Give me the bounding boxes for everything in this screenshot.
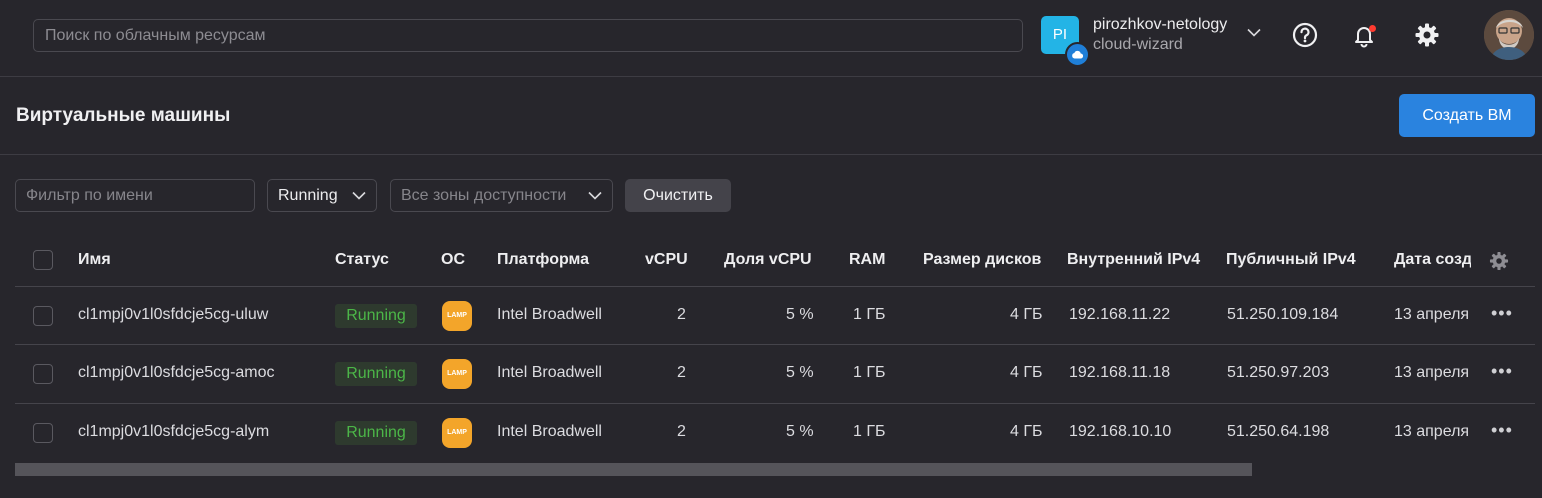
chevron-down-icon[interactable]: [1247, 28, 1261, 37]
vcpu-cell: 2: [677, 364, 686, 381]
row-checkbox[interactable]: [33, 423, 53, 443]
platform-cell: Intel Broadwell: [497, 364, 602, 381]
column-header-vcpu-share[interactable]: Доля vCPU: [724, 251, 812, 269]
chevron-down-icon: [352, 191, 366, 200]
status-filter-select[interactable]: Running: [267, 179, 377, 212]
name-filter-placeholder: Фильтр по имени: [26, 187, 153, 204]
column-settings-gear-icon[interactable]: [1488, 250, 1510, 272]
created-cell: 13 апреля: [1394, 364, 1470, 381]
vm-name[interactable]: cl1mpj0v1l0sfdcje5cg-uluw: [78, 306, 268, 324]
row-checkbox[interactable]: [33, 364, 53, 384]
column-header-platform[interactable]: Платформа: [497, 251, 589, 269]
internal-ip-cell: 192.168.11.18: [1069, 364, 1171, 381]
clear-filters-button[interactable]: Очистить: [625, 179, 731, 212]
more-actions-icon[interactable]: •••: [1491, 303, 1513, 324]
vcpu-share-cell: 5 %: [786, 306, 814, 323]
internal-ip-cell: 192.168.11.22: [1069, 306, 1171, 323]
column-header-name[interactable]: Имя: [78, 251, 111, 269]
created-cell: 13 апреля: [1394, 423, 1470, 440]
zone-filter-placeholder: Все зоны доступности: [401, 187, 567, 204]
vm-name[interactable]: cl1mpj0v1l0sfdcje5cg-alym: [78, 423, 269, 441]
column-header-vcpu[interactable]: vCPU: [645, 251, 688, 269]
status-badge: Running: [335, 304, 417, 328]
cloud-icon: [1065, 42, 1090, 67]
table-row[interactable]: cl1mpj0v1l0sfdcje5cg-amoc Running LAMP I…: [15, 344, 1535, 402]
chevron-down-icon: [588, 191, 602, 200]
table-row[interactable]: cl1mpj0v1l0sfdcje5cg-alym Running LAMP I…: [15, 403, 1535, 461]
lamp-os-icon: LAMP: [442, 418, 472, 448]
name-filter-input[interactable]: Фильтр по имени: [15, 179, 255, 212]
horizontal-scrollbar[interactable]: [15, 463, 1252, 476]
more-actions-icon[interactable]: •••: [1491, 420, 1513, 441]
zone-filter-select[interactable]: Все зоны доступности: [390, 179, 613, 212]
public-ip-cell: 51.250.97.203: [1227, 364, 1330, 381]
created-cell: 13 апреля: [1394, 306, 1470, 323]
platform-cell: Intel Broadwell: [497, 306, 602, 323]
column-header-status[interactable]: Статус: [335, 251, 389, 269]
column-header-internal-ip[interactable]: Внутренний IPv4: [1067, 251, 1200, 269]
status-badge: Running: [335, 421, 417, 445]
page-title: Виртуальные машины: [16, 105, 231, 126]
vcpu-share-cell: 5 %: [786, 364, 814, 381]
disk-cell: 4 ГБ: [1010, 364, 1043, 381]
status-badge: Running: [335, 362, 417, 386]
internal-ip-cell: 192.168.10.10: [1069, 423, 1172, 440]
gear-icon[interactable]: [1413, 21, 1441, 49]
column-header-created[interactable]: Дата созд: [1394, 251, 1471, 269]
user-avatar[interactable]: [1484, 10, 1534, 60]
public-ip-cell: 51.250.109.184: [1227, 306, 1339, 323]
vcpu-cell: 2: [677, 306, 686, 323]
lamp-os-icon: LAMP: [442, 301, 472, 331]
vm-name[interactable]: cl1mpj0v1l0sfdcje5cg-amoc: [78, 364, 275, 382]
search-input[interactable]: Поиск по облачным ресурсам: [33, 19, 1023, 52]
row-checkbox[interactable]: [33, 306, 53, 326]
vcpu-share-cell: 5 %: [786, 423, 814, 440]
account-name[interactable]: pirozhkov-netology: [1093, 16, 1227, 34]
column-header-public-ip[interactable]: Публичный IPv4: [1226, 251, 1356, 269]
public-ip-cell: 51.250.64.198: [1227, 423, 1330, 440]
platform-cell: Intel Broadwell: [497, 423, 602, 440]
page-header: Виртуальные машины Создать ВМ: [0, 78, 1542, 155]
folder-name[interactable]: cloud-wizard: [1093, 36, 1183, 54]
ram-cell: 1 ГБ: [853, 423, 886, 440]
create-vm-button[interactable]: Создать ВМ: [1399, 94, 1535, 137]
column-header-ram[interactable]: RAM: [849, 251, 885, 269]
column-header-os[interactable]: ОС: [441, 251, 465, 269]
disk-cell: 4 ГБ: [1010, 306, 1043, 323]
disk-cell: 4 ГБ: [1010, 423, 1043, 440]
help-icon[interactable]: [1291, 21, 1319, 49]
ram-cell: 1 ГБ: [853, 364, 886, 381]
status-filter-value: Running: [278, 187, 338, 204]
notification-dot: [1369, 25, 1376, 32]
select-all-checkbox[interactable]: [33, 250, 53, 270]
column-header-disk-size[interactable]: Размер дисков: [923, 251, 1041, 269]
more-actions-icon[interactable]: •••: [1491, 361, 1513, 382]
lamp-os-icon: LAMP: [442, 359, 472, 389]
ram-cell: 1 ГБ: [853, 306, 886, 323]
vcpu-cell: 2: [677, 423, 686, 440]
top-bar: Поиск по облачным ресурсам PI pirozhkov-…: [0, 0, 1542, 77]
table-row[interactable]: cl1mpj0v1l0sfdcje5cg-uluw Running LAMP I…: [15, 286, 1535, 344]
